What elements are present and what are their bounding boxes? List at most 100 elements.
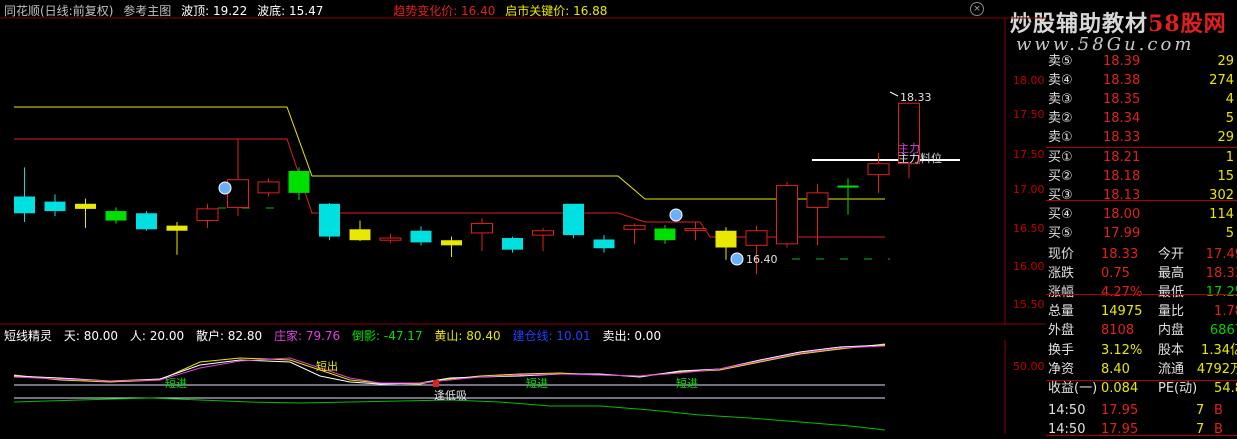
stat-key: 涨幅 [1048,285,1075,300]
candle-body [715,230,737,248]
stat-key: 最高 [1158,266,1185,281]
stat-value: 1.78 [1214,304,1237,319]
candle-body [654,228,676,241]
axis-label-4: 17.00 [1013,183,1045,196]
ask-label: 卖④ [1048,73,1073,88]
stat-key: 量比 [1158,304,1185,319]
ask-price: 18.34 [1103,111,1141,126]
stat-value: 3.12% [1101,343,1143,358]
candle-body [44,201,66,212]
bid-volume: 302 [1209,188,1234,203]
ask-price: 18.35 [1103,92,1141,107]
bid-row[interactable]: 买② 18.18 15 [1046,167,1237,186]
stat-key: 流通 [1158,362,1185,377]
candle-body [136,213,157,230]
stat-value: 8108 [1101,323,1135,338]
short-in-label-1: 短进 [165,376,187,390]
bid-price: 18.00 [1103,207,1141,222]
bid-price: 18.21 [1103,150,1141,165]
bid-row[interactable]: 买③ 18.13 302 [1046,186,1237,205]
candle-body [288,171,310,193]
ask-volume: 29 [1217,130,1234,145]
tick-row[interactable]: 14:50 17.95 7 B [1046,420,1237,439]
bid-price: 18.13 [1103,188,1141,203]
candle-body [532,230,554,236]
stat-key: 外盘 [1048,323,1075,338]
marker-ball-1 [218,181,232,195]
candle-body [349,229,371,241]
ask-row[interactable]: 卖① 18.33 29 [1046,128,1237,147]
stat-row[interactable]: 现价 18.33 今开 17.49 [1046,245,1237,264]
bid-volume: 1 [1225,150,1234,165]
ask-volume: 29 [1217,54,1234,69]
candle-body [105,211,127,221]
stat-key: 内盘 [1158,323,1185,338]
ask-row[interactable]: 卖③ 18.35 4 [1046,90,1237,109]
ask-label: 卖⑤ [1048,54,1073,69]
stat-key: 涨跌 [1048,266,1075,281]
stat-value: 17.25 [1205,285,1237,300]
candle-body [623,225,646,230]
candle-body [471,222,493,234]
stat-row[interactable]: 净资 8.40 流通 4792万 [1046,360,1237,379]
ask-label: 卖② [1048,111,1073,126]
ask-price: 18.39 [1103,54,1141,69]
stat-row[interactable]: 换手 3.12% 股本 1.34亿 [1046,341,1237,360]
stat-key: 现价 [1048,247,1075,262]
marker-ball-2 [669,208,683,222]
axis-label-6: 16.00 [1013,260,1045,273]
stat-value: 18.33 [1101,247,1139,262]
stat-value: 8.40 [1101,362,1130,377]
candle-body [441,240,462,246]
stat-value: 17.49 [1205,247,1237,262]
ask-volume: 274 [1209,73,1234,88]
tick-price: 17.95 [1101,422,1139,437]
marker-ball-3 [730,252,744,266]
candlestick-chart[interactable]: 18.33 16.40 主力 主力料位 [0,0,1046,325]
candle-body [319,203,340,237]
price-high-label: 18.33 [900,91,932,104]
bid-price: 18.18 [1103,169,1141,184]
stat-value: 18.33 [1205,266,1237,281]
bid-label: 买⑤ [1048,226,1073,241]
candle-body [75,203,96,209]
stat-key: 今开 [1158,247,1185,262]
daoying-line [13,397,886,431]
yellow-channel-line [14,106,885,200]
stat-row[interactable]: 涨跌 0.75 最高 18.33 [1046,264,1237,283]
candle-body [257,181,280,194]
candle-body [227,179,249,208]
ask-volume: 4 [1225,92,1234,107]
stat-key: 股本 [1158,343,1185,358]
axis-label-2: 17.50 [1013,108,1045,121]
ask-row[interactable]: 卖② 18.34 5 [1046,109,1237,128]
candle-body [593,239,615,249]
bid-row[interactable]: 买⑤ 17.99 5 [1046,224,1237,243]
candle-body [806,192,829,208]
candle-body [684,228,707,232]
panel-divider [1046,200,1237,201]
ask-price: 18.33 [1103,130,1141,145]
bid-row[interactable]: 买① 18.21 1 [1046,148,1237,167]
stat-row[interactable]: 总量 14975 量比 1.78 [1046,302,1237,321]
candle-body [745,230,768,246]
candle-body [196,208,219,222]
axis-label-7: 15.50 [1013,298,1045,311]
stat-key: 净资 [1048,362,1075,377]
bid-row[interactable]: 买④ 18.00 114 [1046,205,1237,224]
ask-row[interactable]: 卖④ 18.38 274 [1046,71,1237,90]
stat-row[interactable]: 涨幅 4.27% 最低 17.25 [1046,283,1237,302]
stat-row[interactable]: 收益(一)0.084 PE(动) 54.8 [1046,379,1237,398]
stat-row[interactable]: 外盘 8108 内盘 6867 [1046,321,1237,340]
price-low-label: 16.40 [746,253,778,266]
tick-row[interactable]: 14:50 17.95 7 B [1046,401,1237,420]
candle-body [563,203,584,236]
panel-divider [1046,294,1237,295]
indicator-chart[interactable]: 短进 短出 逢低吸 短进 短进 50.00 [0,340,1046,434]
bid-volume: 15 [1217,169,1234,184]
bid-label: 买④ [1048,207,1073,222]
stat-key: 收益(一) [1048,381,1098,396]
ask-row[interactable]: 卖⑤ 18.39 29 [1046,52,1237,71]
candles-group [14,102,920,275]
candle-body [776,185,798,245]
